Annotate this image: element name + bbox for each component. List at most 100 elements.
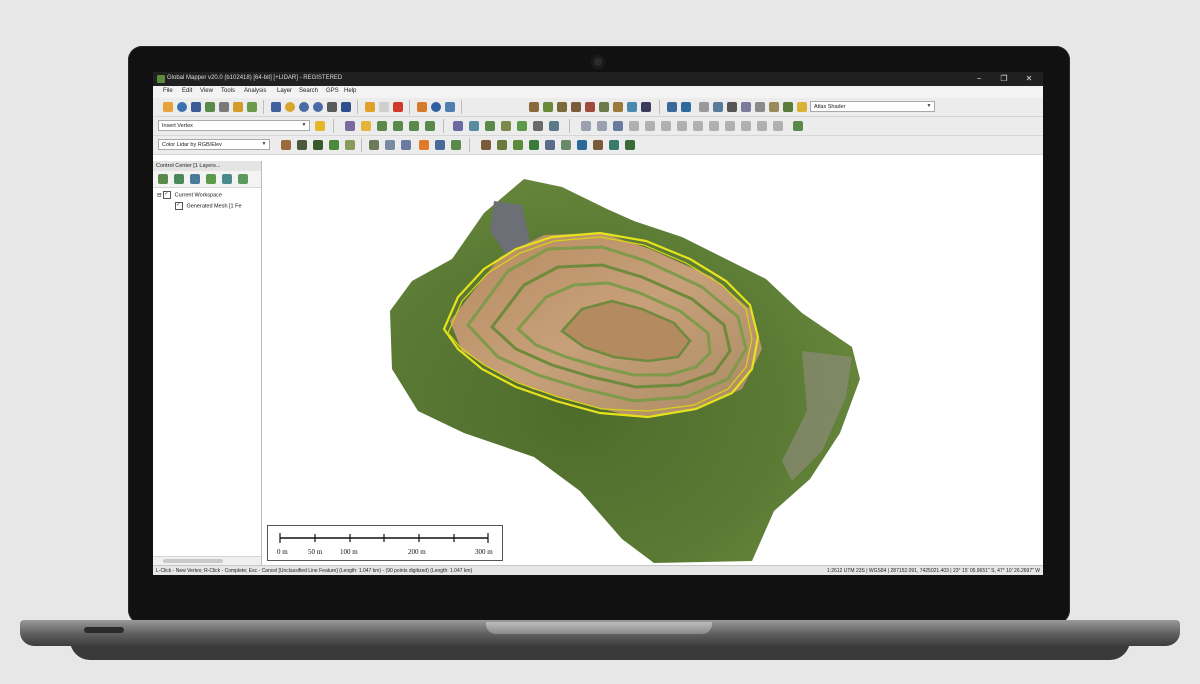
tree-item-workspace[interactable]: ⊟ Current Workspace — [157, 190, 222, 199]
draw-icon-5[interactable] — [425, 121, 435, 131]
zoom-in-icon[interactable] — [299, 102, 309, 112]
menu-file[interactable]: File — [163, 88, 173, 94]
terrain-8-icon[interactable] — [627, 102, 637, 112]
vertex-mode-select[interactable]: Insert Vertex ▼ — [158, 120, 310, 131]
lidar-icon-9[interactable] — [451, 140, 461, 150]
layers-icon[interactable] — [233, 102, 243, 112]
icon-f[interactable] — [783, 102, 793, 112]
layer-checkbox[interactable] — [175, 201, 183, 210]
digitizer-icon[interactable] — [365, 102, 375, 112]
layer-tool-icon-3[interactable] — [206, 174, 216, 184]
water-icon[interactable] — [577, 140, 587, 150]
lidar-icon-4[interactable] — [329, 140, 339, 150]
edit-icon-4[interactable] — [629, 121, 639, 131]
horizontal-scrollbar[interactable] — [153, 556, 261, 565]
edit-icon-2[interactable] — [597, 121, 607, 131]
map-view[interactable]: 0 m 50 m 100 m 200 m 300 m — [262, 161, 1043, 565]
scrollbar-thumb[interactable] — [163, 559, 223, 563]
wrench-icon[interactable] — [219, 102, 229, 112]
layer-tool-icon-5[interactable] — [238, 174, 248, 184]
edit-icon-5[interactable] — [645, 121, 655, 131]
lidar-icon-14[interactable] — [609, 140, 619, 150]
icon-c[interactable] — [741, 102, 751, 112]
terrain-2-icon[interactable] — [543, 102, 553, 112]
terrain-icon[interactable] — [529, 102, 539, 112]
pan-icon[interactable] — [285, 102, 295, 112]
back-icon[interactable] — [327, 102, 337, 112]
edit-icon-12[interactable] — [757, 121, 767, 131]
lidar-icon-2[interactable] — [297, 140, 307, 150]
lidar-icon-6[interactable] — [385, 140, 395, 150]
lidar-icon-15[interactable] — [625, 140, 635, 150]
lidar-icon-10[interactable] — [497, 140, 507, 150]
lidar-icon-5[interactable] — [345, 140, 355, 150]
measure-icon[interactable] — [379, 102, 389, 112]
percent-icon[interactable] — [727, 102, 737, 112]
star-icon[interactable] — [315, 121, 325, 131]
icon-a[interactable] — [699, 102, 709, 112]
collapse-icon[interactable]: ⊟ — [157, 192, 162, 198]
config-icon[interactable] — [247, 102, 257, 112]
menu-layer[interactable]: Layer — [277, 88, 292, 94]
draw-icon-6[interactable] — [453, 121, 463, 131]
draw-icon-4[interactable] — [409, 121, 419, 131]
menu-help[interactable]: Help — [344, 88, 356, 94]
menu-tools[interactable]: Tools — [221, 88, 235, 94]
terrain-7-icon[interactable] — [613, 102, 623, 112]
draw-icon-12[interactable] — [549, 121, 559, 131]
draw-icon-8[interactable] — [485, 121, 495, 131]
layer-tool-icon-2[interactable] — [190, 174, 200, 184]
edit-icon-8[interactable] — [693, 121, 703, 131]
edit-icon-7[interactable] — [677, 121, 687, 131]
terrain-6-icon[interactable] — [599, 102, 609, 112]
select-icon[interactable] — [271, 102, 281, 112]
delete-icon[interactable] — [393, 102, 403, 112]
menu-gps[interactable]: GPS — [326, 88, 339, 94]
minimize-button[interactable]: − — [968, 73, 990, 85]
lidar-icon-8[interactable] — [435, 140, 445, 150]
icon-d[interactable] — [755, 102, 765, 112]
menu-edit[interactable]: Edit — [182, 88, 192, 94]
home-icon[interactable] — [341, 102, 351, 112]
maximize-button[interactable]: ❐ — [993, 73, 1015, 85]
draw-line-icon[interactable] — [361, 121, 371, 131]
terrain-5-icon[interactable] — [585, 102, 595, 112]
terrain-4-icon[interactable] — [571, 102, 581, 112]
menu-search[interactable]: Search — [299, 88, 318, 94]
edit-icon-14[interactable] — [793, 121, 803, 131]
move-icon[interactable] — [581, 121, 591, 131]
draw-icon-7[interactable] — [469, 121, 479, 131]
edit-icon-9[interactable] — [709, 121, 719, 131]
icon-b[interactable] — [713, 102, 723, 112]
draw-icon-9[interactable] — [501, 121, 511, 131]
close-button[interactable]: ✕ — [1018, 73, 1040, 85]
lidar-icon-11[interactable] — [513, 140, 523, 150]
lidar-icon-13[interactable] — [593, 140, 603, 150]
globe-icon[interactable] — [177, 102, 187, 112]
search-icon[interactable] — [445, 102, 455, 112]
tree-icon[interactable] — [529, 140, 539, 150]
export-icon[interactable] — [205, 102, 215, 112]
edit-icon-3[interactable] — [613, 121, 623, 131]
lidar-icon-12[interactable] — [561, 140, 571, 150]
open-icon[interactable] — [163, 102, 173, 112]
draw-icon-11[interactable] — [533, 121, 543, 131]
edit-icon-10[interactable] — [725, 121, 735, 131]
redo-icon[interactable] — [681, 102, 691, 112]
lidar-icon-1[interactable] — [281, 140, 291, 150]
edit-icon-11[interactable] — [741, 121, 751, 131]
layer-tool-icon[interactable] — [174, 174, 184, 184]
icon-e[interactable] — [769, 102, 779, 112]
building-icon[interactable] — [545, 140, 555, 150]
draw-icon-10[interactable] — [517, 121, 527, 131]
mountain-icon[interactable] — [481, 140, 491, 150]
draw-icon-3[interactable] — [393, 121, 403, 131]
terrain-close-icon[interactable] — [641, 102, 651, 112]
menu-view[interactable]: View — [200, 88, 213, 94]
info-icon[interactable] — [431, 102, 441, 112]
edit-icon-6[interactable] — [661, 121, 671, 131]
edit-vertex-icon[interactable] — [345, 121, 355, 131]
layer-tool-icon-4[interactable] — [222, 174, 232, 184]
edit-icon-13[interactable] — [773, 121, 783, 131]
menu-analysis[interactable]: Analysis — [244, 88, 266, 94]
